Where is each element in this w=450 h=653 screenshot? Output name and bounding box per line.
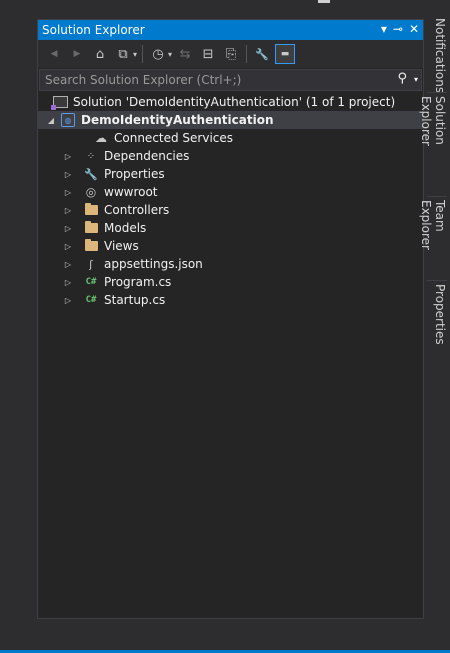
tree-item[interactable]: ▷ ◎ wwwroot bbox=[63, 183, 158, 201]
pending-changes-caret-icon[interactable]: ▾ bbox=[168, 50, 172, 59]
csharp-file-icon: C# bbox=[85, 295, 97, 305]
collapse-all-icon: ⊟ bbox=[202, 46, 214, 62]
search-input[interactable] bbox=[43, 71, 377, 89]
tree-item[interactable]: ▷ 🔧 Properties bbox=[63, 165, 165, 183]
toolbar-separator bbox=[142, 45, 144, 63]
tree-item[interactable]: ☁ Connected Services bbox=[83, 129, 233, 147]
solution-label: Solution 'DemoIdentityAuthentication' (1… bbox=[73, 95, 396, 109]
expand-arrow-icon[interactable]: ▷ bbox=[63, 152, 73, 161]
back-button[interactable]: ◀ bbox=[44, 44, 64, 64]
wrench-icon: 🔧 bbox=[84, 167, 98, 181]
preview-selected-button[interactable]: ▬ bbox=[275, 44, 296, 64]
cloud-icon: ☁ bbox=[95, 131, 107, 145]
tab-team-explorer[interactable]: Team Explorer bbox=[419, 200, 447, 280]
tree-item[interactable]: ▷ ʃ appsettings.json bbox=[63, 255, 203, 273]
tree-item[interactable]: ▷ ⁘ Dependencies bbox=[63, 147, 189, 165]
tree-item-label: Models bbox=[104, 221, 147, 235]
tab-notifications[interactable]: Notifications bbox=[427, 18, 447, 93]
expand-arrow-icon[interactable]: ▷ bbox=[63, 278, 73, 287]
tree-item-label: Views bbox=[104, 239, 139, 253]
dependencies-icon: ⁘ bbox=[86, 150, 96, 162]
home-icon: ⌂ bbox=[95, 46, 105, 62]
tree-solution-node[interactable]: Solution 'DemoIdentityAuthentication' (1… bbox=[42, 93, 395, 111]
expand-arrow-icon[interactable]: ▷ bbox=[63, 242, 73, 251]
forward-arrow-icon: ▶ bbox=[73, 49, 81, 59]
toolbar-separator bbox=[246, 45, 248, 63]
globe-icon: ◎ bbox=[85, 185, 97, 199]
top-marker bbox=[318, 0, 330, 3]
panel-titlebar[interactable]: Solution Explorer ▾ ⊸ ✕ bbox=[38, 20, 423, 40]
tree-item-label: Properties bbox=[104, 167, 165, 181]
tab-solution-explorer[interactable]: Solution Explorer bbox=[419, 96, 447, 196]
web-project-icon: ◍ bbox=[60, 112, 76, 128]
search-options-caret-icon[interactable]: ▾ bbox=[414, 75, 418, 84]
folder-icon bbox=[83, 220, 99, 236]
show-all-files-button[interactable]: ⎘ bbox=[221, 44, 241, 64]
auto-hide-pin-icon[interactable]: ⊸ bbox=[393, 22, 403, 36]
csharp-file-icon: C# bbox=[85, 277, 97, 287]
tree-project-node[interactable]: ◢ ◍ DemoIdentityAuthentication bbox=[38, 111, 423, 129]
panel-title: Solution Explorer bbox=[42, 23, 145, 37]
folder-icon bbox=[83, 202, 99, 218]
tree-item-label: wwwroot bbox=[104, 185, 158, 199]
tree-item-label: Connected Services bbox=[114, 131, 234, 145]
tree-item[interactable]: ▷ C# Startup.cs bbox=[63, 291, 165, 309]
tree-item-label: Program.cs bbox=[104, 275, 172, 289]
collapse-all-button[interactable]: ⊟ bbox=[198, 44, 218, 64]
solution-explorer-panel: Solution Explorer ▾ ⊸ ✕ ◀ ▶ ⌂ ⧉ ▾ ◷ ▾ ⇆ … bbox=[37, 19, 424, 619]
wrench-icon: 🔧 bbox=[255, 47, 269, 61]
panel-toolbar: ◀ ▶ ⌂ ⧉ ▾ ◷ ▾ ⇆ ⊟ ⎘ 🔧 ▬ bbox=[38, 40, 423, 68]
sync-button[interactable]: ⇆ bbox=[175, 44, 195, 64]
expand-arrow-icon[interactable]: ▷ bbox=[63, 260, 73, 269]
switch-views-icon: ⧉ bbox=[118, 46, 128, 62]
back-arrow-icon: ◀ bbox=[50, 49, 58, 59]
preview-selected-icon: ▬ bbox=[280, 49, 290, 59]
search-box: ⚲ ▾ bbox=[39, 69, 422, 91]
tree-item-label: Startup.cs bbox=[104, 293, 166, 307]
pending-changes-button[interactable]: ◷ bbox=[148, 44, 168, 64]
collapse-arrow-icon[interactable]: ◢ bbox=[46, 116, 56, 125]
home-button[interactable]: ⌂ bbox=[90, 44, 110, 64]
tree-item[interactable]: ▷ Controllers bbox=[63, 201, 169, 219]
tree-item[interactable]: ▷ C# Program.cs bbox=[63, 273, 171, 291]
tree-item-label: Controllers bbox=[104, 203, 170, 217]
forward-button[interactable]: ▶ bbox=[67, 44, 87, 64]
tree-item[interactable]: ▷ Views bbox=[63, 237, 139, 255]
tree-item-label: appsettings.json bbox=[104, 257, 203, 271]
sync-icon: ⇆ bbox=[179, 46, 191, 62]
title-icons: ▾ ⊸ ✕ bbox=[381, 22, 419, 36]
expand-arrow-icon[interactable]: ▷ bbox=[63, 296, 73, 305]
expand-arrow-icon[interactable]: ▷ bbox=[63, 188, 73, 197]
expand-arrow-icon[interactable]: ▷ bbox=[63, 224, 73, 233]
json-file-icon: ʃ bbox=[89, 257, 93, 271]
tree-item[interactable]: ▷ Models bbox=[63, 219, 146, 237]
switch-views-button[interactable]: ⧉ bbox=[113, 44, 133, 64]
tree-item-label: Dependencies bbox=[104, 149, 190, 163]
folder-icon bbox=[83, 238, 99, 254]
top-strip bbox=[0, 0, 450, 18]
switch-views-caret-icon[interactable]: ▾ bbox=[133, 50, 137, 59]
close-icon[interactable]: ✕ bbox=[409, 22, 419, 36]
expand-arrow-icon[interactable]: ▷ bbox=[63, 170, 73, 179]
solution-icon bbox=[50, 94, 68, 110]
show-all-files-icon: ⎘ bbox=[225, 46, 237, 62]
project-label: DemoIdentityAuthentication bbox=[81, 113, 274, 127]
search-icon[interactable]: ⚲ bbox=[397, 71, 407, 86]
properties-button[interactable]: 🔧 bbox=[252, 44, 272, 64]
clock-icon: ◷ bbox=[152, 46, 164, 62]
window-position-dropdown-icon[interactable]: ▾ bbox=[381, 22, 387, 36]
expand-arrow-icon[interactable]: ▷ bbox=[63, 206, 73, 215]
tab-properties[interactable]: Properties bbox=[427, 284, 447, 345]
